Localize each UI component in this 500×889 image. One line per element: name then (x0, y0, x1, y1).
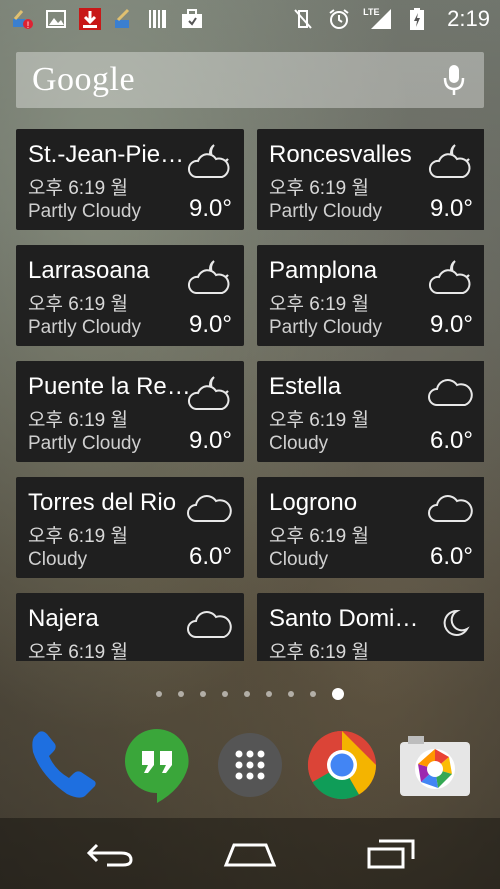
page-indicator (0, 688, 500, 700)
moon-icon (427, 603, 475, 647)
google-logo: Google (32, 61, 136, 98)
weather-condition: Partly Cloudy (269, 201, 382, 222)
status-clock: 2:19 (447, 6, 490, 31)
app-drawer-icon[interactable] (212, 727, 288, 803)
temperature: 9.0° (430, 195, 473, 222)
temperature: 6.0° (430, 427, 473, 454)
partly-cloudy-night-icon (427, 255, 475, 299)
network-type-label: LTE (363, 7, 380, 17)
local-time: 오후 6:19 월 (269, 526, 369, 547)
weather-card[interactable]: Pamplona 오후 6:19 월 Partly Cloudy 9.0° (257, 245, 484, 346)
page-dot[interactable] (156, 691, 162, 697)
partly-cloudy-night-icon (427, 139, 475, 183)
weather-condition: Partly Cloudy (269, 317, 382, 338)
battery-charging-icon (405, 7, 429, 31)
city-name: Najera (28, 605, 99, 632)
home-icon[interactable] (220, 838, 280, 870)
partly-cloudy-night-icon (186, 371, 234, 415)
cloud-icon (427, 487, 475, 531)
hangouts-icon[interactable] (119, 727, 195, 803)
dock (0, 727, 500, 803)
weather-card[interactable]: Torres del Rio 오후 6:19 월 Cloudy 6.0° (16, 477, 244, 578)
barcode-icon (146, 7, 170, 31)
back-icon[interactable] (80, 838, 140, 870)
alarm-icon (327, 7, 351, 31)
vibrate-off-icon (291, 7, 315, 31)
local-time: 오후 6:19 월 (269, 410, 369, 431)
weather-condition: Cloudy (269, 433, 329, 454)
weather-widget-grid: St.-Jean-Pie… 오후 6:19 월 Partly Cloudy 9.0° R… (16, 129, 484, 661)
city-name: Logrono (269, 489, 358, 516)
local-time: 오후 6:19 월 (269, 294, 369, 315)
cleaner-alert-icon: ! (10, 7, 34, 31)
partly-cloudy-night-icon (186, 255, 234, 299)
briefcase-icon (180, 7, 204, 31)
temperature: 6.0° (430, 543, 473, 570)
svg-text:!: ! (27, 20, 30, 30)
download-icon (78, 7, 102, 31)
cleaner-icon (112, 7, 136, 31)
temperature: 9.0° (189, 311, 232, 338)
cloud-icon (186, 487, 234, 531)
phone-icon[interactable] (26, 727, 102, 803)
partly-cloudy-night-icon (186, 139, 234, 183)
mic-icon[interactable] (440, 62, 468, 98)
page-dot[interactable] (222, 691, 228, 697)
weather-card[interactable]: Puente la Re… 오후 6:19 월 Partly Cloudy 9.0° (16, 361, 244, 462)
city-name: Pamplona (269, 257, 378, 284)
page-dot[interactable] (200, 691, 206, 697)
local-time: 오후 6:19 월 (269, 642, 369, 661)
google-search-bar[interactable]: Google (16, 52, 484, 108)
temperature: 9.0° (430, 311, 473, 338)
page-dot[interactable] (332, 688, 344, 700)
chrome-icon[interactable] (304, 727, 380, 803)
weather-card[interactable]: Larrasoana 오후 6:19 월 Partly Cloudy 9.0° (16, 245, 244, 346)
page-dot[interactable] (266, 691, 272, 697)
lte-signal-icon: LTE (363, 7, 393, 31)
weather-card[interactable]: St.-Jean-Pie… 오후 6:19 월 Partly Cloudy 9.0° (16, 129, 244, 230)
city-name: St.-Jean-Pie… (28, 141, 185, 168)
cloud-icon (427, 371, 475, 415)
weather-card[interactable]: Estella 오후 6:19 월 Cloudy 6.0° (257, 361, 484, 462)
city-name: Estella (269, 373, 342, 400)
page-dot[interactable] (288, 691, 294, 697)
navigation-bar (0, 818, 500, 889)
weather-card[interactable]: Santo Domi… 오후 6:19 월 (257, 593, 484, 661)
cloud-icon (186, 603, 234, 647)
page-dot[interactable] (244, 691, 250, 697)
weather-card[interactable]: Najera 오후 6:19 월 (16, 593, 244, 661)
weather-condition: Partly Cloudy (28, 201, 141, 222)
image-icon (44, 7, 68, 31)
local-time: 오후 6:19 월 (28, 294, 128, 315)
weather-card[interactable]: Logrono 오후 6:19 월 Cloudy 6.0° (257, 477, 484, 578)
weather-condition: Cloudy (269, 549, 329, 570)
weather-condition: Partly Cloudy (28, 433, 141, 454)
page-dot[interactable] (310, 691, 316, 697)
city-name: Puente la Re… (28, 373, 191, 400)
temperature: 9.0° (189, 195, 232, 222)
temperature: 9.0° (189, 427, 232, 454)
status-bar: ! LTE 2:19 (0, 0, 500, 38)
city-name: Roncesvalles (269, 141, 412, 168)
city-name: Santo Domi… (269, 605, 419, 632)
local-time: 오후 6:19 월 (28, 410, 128, 431)
recents-icon[interactable] (360, 838, 420, 870)
weather-condition: Partly Cloudy (28, 317, 141, 338)
city-name: Torres del Rio (28, 489, 177, 516)
local-time: 오후 6:19 월 (28, 642, 128, 661)
local-time: 오후 6:19 월 (28, 178, 128, 199)
local-time: 오후 6:19 월 (28, 526, 128, 547)
city-name: Larrasoana (28, 257, 150, 284)
local-time: 오후 6:19 월 (269, 178, 369, 199)
temperature: 6.0° (189, 543, 232, 570)
weather-card[interactable]: Roncesvalles 오후 6:19 월 Partly Cloudy 9.0° (257, 129, 484, 230)
page-dot[interactable] (178, 691, 184, 697)
weather-condition: Cloudy (28, 549, 88, 570)
camera-icon[interactable] (397, 727, 473, 803)
